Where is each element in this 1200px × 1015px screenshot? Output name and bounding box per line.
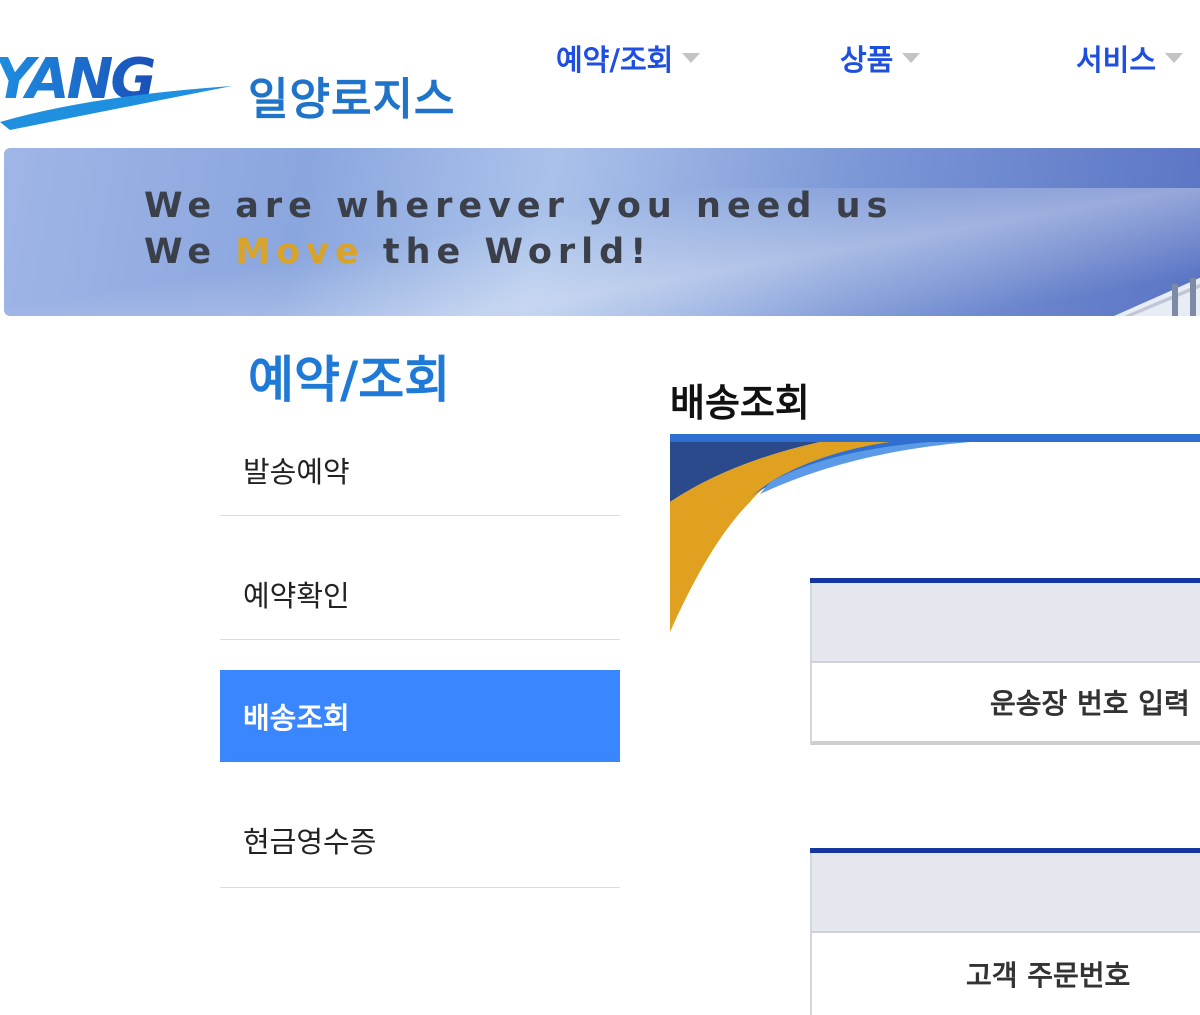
banner-line2-suffix: the World!	[364, 232, 653, 272]
form-header	[810, 853, 1200, 931]
yang-logo-mark-icon: YANG	[0, 50, 232, 130]
sidebar-item-label: 발송예약	[243, 454, 350, 489]
banner-slogan-line1: We are wherever you need us	[144, 186, 894, 226]
form-header	[810, 583, 1200, 661]
nav-products-label: 상품	[840, 43, 894, 77]
building-graphic-icon	[1114, 277, 1200, 316]
sidebar-item-reservation-check[interactable]: 예약확인	[220, 516, 620, 640]
sidebar-item-label: 배송조회	[243, 701, 350, 735]
waybill-number-label: 운송장 번호 입력	[990, 687, 1190, 720]
sidebar-menu: 발송예약 예약확인 배송조회 현금영수증	[220, 424, 620, 888]
banner-slogan-line2: We Move the World!	[144, 232, 652, 272]
logo-text: 일양로지스	[248, 74, 456, 125]
site-header: YANG 일양로지스 예약/조회 상품 서비스	[0, 0, 1200, 148]
site-logo[interactable]: YANG 일양로지스	[0, 45, 460, 135]
sidebar-item-send-reservation[interactable]: 발송예약	[220, 424, 620, 516]
title-underline	[670, 434, 1200, 442]
waybill-search-form: 운송장 번호 입력	[810, 578, 1200, 745]
nav-services[interactable]: 서비스	[1076, 38, 1184, 78]
sidebar-item-cash-receipt[interactable]: 현금영수증	[220, 762, 620, 888]
banner-line2-accent: Move	[235, 232, 365, 272]
sidebar-item-delivery-tracking[interactable]: 배송조회	[220, 670, 620, 762]
order-search-form: 고객 주문번호	[810, 848, 1200, 1015]
sidebar-item-label: 현금영수증	[243, 824, 377, 859]
nav-products[interactable]: 상품	[840, 38, 921, 78]
nav-services-label: 서비스	[1076, 43, 1157, 77]
customer-order-number-row: 고객 주문번호	[810, 931, 1200, 1015]
customer-order-number-label: 고객 주문번호	[966, 959, 1131, 992]
page-title: 배송조회	[670, 381, 810, 425]
sidebar-item-label: 예약확인	[243, 578, 350, 613]
nav-reservation[interactable]: 예약/조회	[556, 38, 701, 78]
caret-down-icon	[682, 53, 701, 63]
sidebar-spacer	[220, 640, 620, 670]
caret-down-icon	[1165, 53, 1184, 63]
hero-banner: We are wherever you need us We Move the …	[4, 148, 1200, 316]
caret-down-icon	[902, 53, 921, 63]
waybill-number-row: 운송장 번호 입력	[810, 661, 1200, 745]
sidebar-title: 예약/조회	[248, 351, 451, 409]
nav-reservation-label: 예약/조회	[556, 43, 674, 77]
banner-line2-prefix: We	[144, 232, 236, 272]
